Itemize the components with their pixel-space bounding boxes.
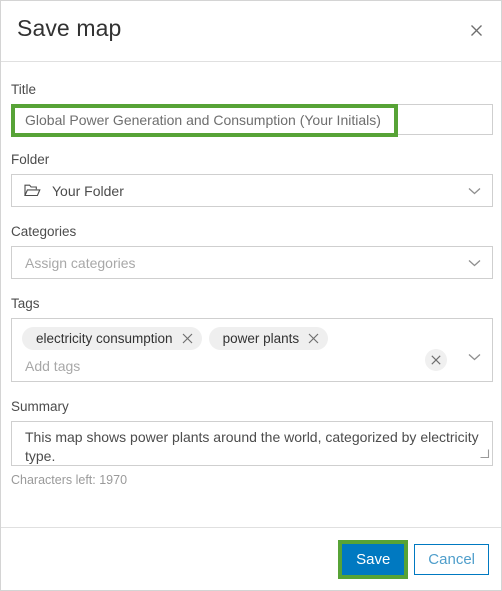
characters-left-text: Characters left: 1970 [11,473,128,487]
title-input-value: Global Power Generation and Consumption … [25,111,381,128]
tags-label: Tags [11,296,40,311]
close-icon[interactable] [182,333,193,344]
tag-chip-list: electricity consumption power plants [12,327,492,350]
dialog-body: Title Global Power Generation and Consum… [1,81,501,487]
summary-textarea[interactable]: This map shows power plants around the w… [11,421,493,466]
close-icon[interactable] [308,333,319,344]
close-icon[interactable] [463,17,489,43]
save-map-dialog: Save map Title Global Power Generation a… [0,0,502,591]
dialog-header: Save map [1,1,501,62]
chevron-down-icon[interactable] [468,353,481,361]
summary-label: Summary [11,399,69,414]
folder-select-value: Your Folder [52,182,124,199]
save-button[interactable]: Save [342,543,405,575]
summary-text: This map shows power plants around the w… [25,429,479,464]
save-button-wrapper: Save [338,539,409,579]
categories-placeholder: Assign categories [25,254,136,271]
categories-label: Categories [11,224,77,239]
resize-handle-icon[interactable] [478,445,490,464]
tag-chip[interactable]: electricity consumption [22,327,202,350]
dialog-footer: Save Cancel [1,527,501,590]
folder-label: Folder [11,152,50,167]
categories-select[interactable]: Assign categories [11,246,493,279]
chevron-down-icon [468,259,481,267]
add-tags-placeholder: Add tags [25,358,81,374]
tags-input[interactable]: electricity consumption power plants Add… [11,318,493,382]
title-label: Title [11,82,37,97]
folder-select[interactable]: Your Folder [11,174,493,207]
title-input[interactable]: Global Power Generation and Consumption … [11,104,493,135]
tag-chip-label: power plants [222,331,300,346]
tags-clear-button[interactable] [425,349,447,371]
dialog-title: Save map [17,15,122,41]
tag-chip-label: electricity consumption [36,331,173,346]
tag-chip[interactable]: power plants [208,327,329,350]
cancel-button[interactable]: Cancel [414,543,489,575]
folder-icon [24,183,41,198]
chevron-down-icon [468,187,481,195]
